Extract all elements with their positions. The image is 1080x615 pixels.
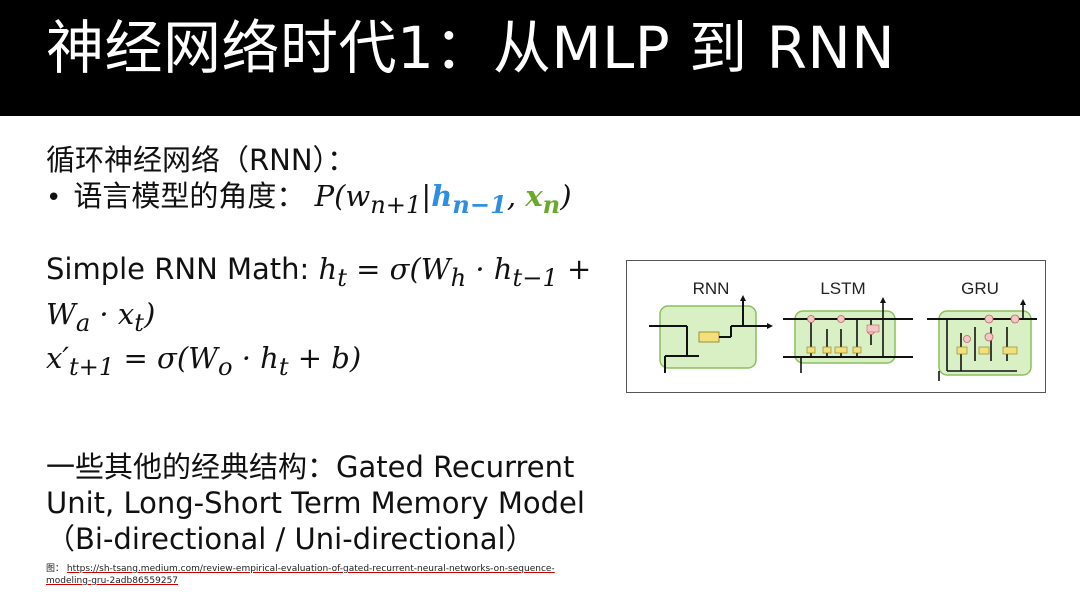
title-bar: 神经网络时代1：从MLP 到 RNN <box>0 0 1080 116</box>
structures-line3: （Bi-directional / Uni-directional） <box>46 522 535 557</box>
source-url-line1[interactable]: https://sh-tsang.medium.com/review-empir… <box>67 564 555 574</box>
rnn-heading: 循环神经网络（RNN）： <box>46 143 357 177</box>
rnn-lstm-gru-diagram: RNN LSTM GRU <box>626 260 1046 393</box>
bullet-formula: P(wn+1|hn−1, xn) <box>314 179 572 219</box>
bullet-prefix: 语言模型的角度： <box>73 179 306 213</box>
formula-p: P(w <box>314 179 371 213</box>
structures-line2: Unit, Long-Short Term Memory Model <box>46 486 585 521</box>
eq2-b: + b) <box>288 341 362 376</box>
eq1-hprev-sub: t−1 <box>512 263 558 292</box>
eq1-wa-sub: a <box>75 308 91 337</box>
bullet-dot-icon: • <box>46 183 62 213</box>
structures-line1: 一些其他的经典结构：Gated Recurrent <box>46 450 575 485</box>
bullet-language-model: • 语言模型的角度： P(wn+1|hn−1, xn) <box>46 178 606 223</box>
eq2-wo-sub: o <box>217 353 233 382</box>
formula-x-sub: n <box>542 189 561 219</box>
rnn-math-label: Simple RNN Math: <box>46 251 319 286</box>
eq1-h: h <box>318 251 338 286</box>
lstm-cell <box>783 297 913 373</box>
eq1-xt: · x <box>90 296 135 331</box>
gru-cell <box>927 299 1037 381</box>
formula-h-sub: n−1 <box>452 189 507 219</box>
source-prefix: 图： <box>46 564 65 574</box>
eq1-sigma: = σ(W <box>346 251 451 286</box>
diagram-cells-svg <box>649 295 1037 381</box>
eq2-h-sub: t <box>278 353 289 382</box>
rnn-math-line2: Wa · xt) <box>46 296 606 341</box>
eq1-wh-sub: h <box>450 263 467 292</box>
rnn-math-line1: Simple RNN Math: ht = σ(Wh · ht−1 + <box>46 251 606 296</box>
eq1-a: ht = σ(Wh · ht−1 + <box>318 251 592 292</box>
eq1-plus: + <box>557 251 592 286</box>
slide-content: 循环神经网络（RNN）： • 语言模型的角度： P(wn+1|hn−1, xn)… <box>46 142 606 557</box>
formula-close: ) <box>560 179 572 213</box>
eq1-xt-sub: t <box>134 308 144 337</box>
page-title: 神经网络时代1：从MLP 到 RNN <box>46 14 896 82</box>
eq2-x: x′ <box>46 341 69 376</box>
eq1-close: ) <box>143 296 156 331</box>
image-source: 图： https://sh-tsang.medium.com/review-em… <box>46 563 606 587</box>
eq2-sigma: = σ(W <box>114 341 218 376</box>
eq1-wa: W <box>46 296 76 331</box>
formula-h: h <box>431 179 453 213</box>
source-url-line2[interactable]: modeling-gru-2adb86559257 <box>46 576 178 586</box>
rnn-cell <box>649 295 773 373</box>
eq1-hprev: · h <box>466 251 513 286</box>
bullet-text: 语言模型的角度： P(wn+1|hn−1, xn) <box>73 178 571 223</box>
formula-bar: | <box>421 179 432 213</box>
rnn-math-line3: x′t+1 = σ(Wo · ht + b) <box>46 340 606 385</box>
eq2-x-sub: t+1 <box>68 353 115 382</box>
formula-sub: n+1 <box>370 190 422 219</box>
formula-comma: , <box>506 179 526 213</box>
eq2-h: · h <box>232 341 279 376</box>
formula-x: x <box>525 179 543 213</box>
eq1-h-sub: t <box>337 263 347 292</box>
